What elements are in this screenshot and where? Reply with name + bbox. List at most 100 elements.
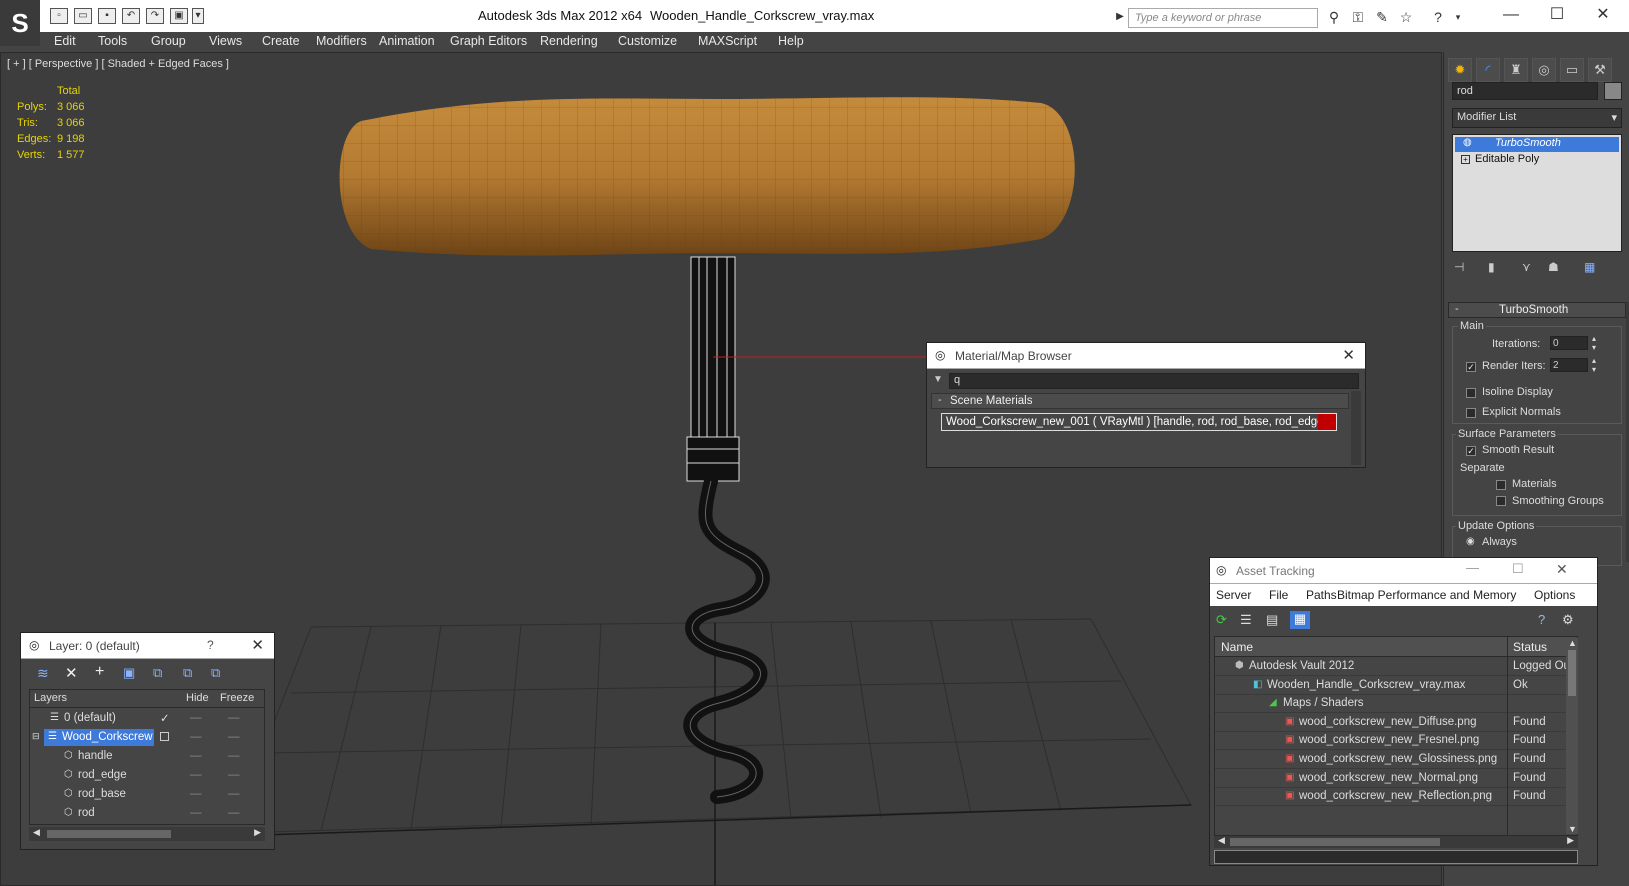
favorites-star-icon[interactable]: ☆ <box>1396 8 1416 26</box>
asset-row[interactable]: ⬢ Autodesk Vault 2012 Logged Ou <box>1215 658 1577 676</box>
detail-view-icon[interactable]: ▤ <box>1266 612 1278 628</box>
display-tab-icon[interactable]: ▭ <box>1560 58 1584 82</box>
asset-row[interactable]: ▣ wood_corkscrew_new_Reflection.png Found <box>1215 788 1577 807</box>
collapse-minus-icon[interactable]: ⊟ <box>32 731 40 742</box>
3ds-max-logo-icon[interactable]: S <box>0 0 40 46</box>
help-search-input[interactable]: Type a keyword or phrase <box>1128 8 1318 28</box>
vault-settings-icon[interactable]: ⚙ <box>1562 612 1574 628</box>
close-icon[interactable]: ✕ <box>1556 561 1568 578</box>
mat-browser-search-input[interactable]: q <box>949 373 1359 389</box>
communication-center-icon[interactable]: ✎ <box>1372 8 1392 26</box>
menu-maxscript[interactable]: MAXScript <box>698 34 757 48</box>
scroll-down-icon[interactable]: ▼ <box>1568 824 1577 834</box>
scroll-thumb[interactable] <box>1230 838 1440 846</box>
close-icon[interactable]: ✕ <box>1588 4 1618 26</box>
configure-modifier-sets-icon[interactable]: ▦ <box>1584 260 1595 274</box>
modify-tab-icon[interactable]: ◜ <box>1476 58 1500 82</box>
binoculars-icon[interactable]: ⚲ <box>1324 8 1344 26</box>
motion-tab-icon[interactable]: ◎ <box>1532 58 1556 82</box>
hide-toggle[interactable]: — <box>190 807 202 819</box>
hide-toggle[interactable]: — <box>190 769 202 781</box>
mat-browser-scrollbar[interactable] <box>1351 391 1361 465</box>
help-icon[interactable]: ? <box>207 638 214 652</box>
make-current-box[interactable] <box>160 732 169 741</box>
layer-row-rod-edge[interactable]: ⬡ rod_edge — — <box>30 767 264 785</box>
menu-edit[interactable]: Edit <box>54 34 76 48</box>
hide-toggle[interactable]: — <box>190 712 202 724</box>
menu-options[interactable]: Options <box>1534 588 1575 602</box>
col-name[interactable]: Name <box>1221 640 1253 654</box>
hide-toggle[interactable]: — <box>190 788 202 800</box>
menu-modifiers[interactable]: Modifiers <box>316 34 367 48</box>
new-scene-icon[interactable]: ▫ <box>50 8 68 24</box>
menu-graph-editors[interactable]: Graph Editors <box>450 34 527 48</box>
help-dropdown-icon[interactable]: ▾ <box>1448 8 1468 26</box>
maximize-icon[interactable]: ☐ <box>1512 561 1524 577</box>
scroll-left-icon[interactable]: ◀ <box>1218 835 1225 846</box>
menu-server[interactable]: Server <box>1216 588 1251 602</box>
asset-vscrollbar[interactable]: ▲ ▼ <box>1566 638 1578 834</box>
menu-file[interactable]: File <box>1269 588 1288 602</box>
help-icon[interactable]: ? <box>1428 8 1448 26</box>
hide-toggle[interactable]: — <box>190 731 202 743</box>
material-item[interactable]: Wood_Corkscrew_new_001 ( VRayMtl ) [hand… <box>941 413 1337 431</box>
hide-toggle[interactable]: — <box>190 750 202 762</box>
layer-row-rod-base[interactable]: ⬡ rod_base — — <box>30 786 264 804</box>
asset-row[interactable]: ▣ wood_corkscrew_new_Diffuse.png Found <box>1215 714 1577 732</box>
object-color-swatch[interactable] <box>1604 82 1622 100</box>
close-icon[interactable]: ✕ <box>251 636 264 654</box>
vault-help-icon[interactable]: ? <box>1538 612 1545 627</box>
isoline-display-checkbox[interactable] <box>1466 388 1476 398</box>
highlight-layer-icon[interactable]: ⧉ <box>153 665 162 681</box>
save-file-icon[interactable]: ▪ <box>98 8 116 24</box>
scroll-up-icon[interactable]: ▲ <box>1568 638 1577 648</box>
refresh-icon[interactable]: ⟳ <box>1216 612 1227 628</box>
scroll-right-icon[interactable]: ▶ <box>1567 835 1574 846</box>
modifier-list-dropdown[interactable]: Modifier List ▾ <box>1452 108 1622 128</box>
scroll-left-icon[interactable]: ◀ <box>33 827 40 838</box>
layer-row-rod[interactable]: ⬡ rod — — <box>30 805 264 823</box>
layer-row-wood-corkscrew[interactable]: ⊟ ☰ Wood_Corkscrew — — <box>30 729 264 747</box>
table-view-icon[interactable]: ▦ <box>1290 611 1310 629</box>
menu-create[interactable]: Create <box>262 34 300 48</box>
menu-paths[interactable]: Paths <box>1306 588 1337 602</box>
minimize-icon[interactable]: — <box>1496 4 1526 26</box>
asset-row[interactable]: ◢ Maps / Shaders <box>1215 695 1577 714</box>
layer-hscrollbar[interactable]: ◀ ▶ <box>29 827 265 841</box>
asset-row[interactable]: ▣ wood_corkscrew_new_Fresnel.png Found <box>1215 732 1577 751</box>
scroll-right-icon[interactable]: ▶ <box>254 827 261 838</box>
col-status[interactable]: Status <box>1513 640 1547 654</box>
menu-bitmap-performance[interactable]: Bitmap Performance and Memory <box>1337 588 1516 602</box>
utilities-tab-icon[interactable]: ⚒ <box>1588 58 1612 82</box>
lightbulb-icon[interactable]: ◍ <box>1463 137 1472 148</box>
create-layer-icon[interactable]: ≋ <box>37 665 49 682</box>
menu-group[interactable]: Group <box>151 34 186 48</box>
freeze-toggle[interactable]: — <box>228 769 240 781</box>
menu-help[interactable]: Help <box>778 34 804 48</box>
asset-row[interactable]: ▣ wood_corkscrew_new_Glossiness.png Found <box>1215 751 1577 769</box>
current-layer-check-icon[interactable]: ✓ <box>160 711 170 725</box>
col-layers[interactable]: Layers <box>34 692 67 704</box>
render-iters-spinner[interactable]: 2 <box>1550 358 1588 372</box>
key-icon[interactable]: ⚿ <box>1348 8 1368 26</box>
stack-item-editable-poly[interactable]: Editable Poly <box>1455 153 1619 168</box>
open-file-icon[interactable]: ▭ <box>74 8 92 24</box>
remove-modifier-icon[interactable]: ☗ <box>1548 260 1559 274</box>
col-freeze[interactable]: Freeze <box>220 692 254 704</box>
freeze-toggle[interactable]: — <box>228 788 240 800</box>
asset-path-field[interactable] <box>1214 850 1578 864</box>
delete-layer-icon[interactable]: ✕ <box>65 664 78 682</box>
menu-tools[interactable]: Tools <box>98 34 127 48</box>
menu-animation[interactable]: Animation <box>379 34 435 48</box>
undo-icon[interactable]: ↶ <box>122 8 140 24</box>
separate-materials-checkbox[interactable] <box>1496 480 1506 490</box>
iterations-spinner[interactable]: 0 <box>1550 336 1588 350</box>
hierarchy-tab-icon[interactable]: ♜ <box>1504 58 1528 82</box>
spinner-arrows-icon[interactable]: ▴ ▾ <box>1592 334 1596 352</box>
stack-item-turbosmooth[interactable]: TurboSmooth <box>1455 137 1619 152</box>
asset-row[interactable]: ◧ Wooden_Handle_Corkscrew_vray.max Ok <box>1215 677 1577 695</box>
render-iters-checkbox[interactable]: ✓ <box>1466 362 1476 372</box>
select-objects-icon[interactable]: ▣ <box>123 665 135 681</box>
layer-dialog-titlebar[interactable]: ◎ Layer: 0 (default) ? ✕ <box>21 633 274 659</box>
maximize-icon[interactable]: ☐ <box>1542 4 1572 26</box>
